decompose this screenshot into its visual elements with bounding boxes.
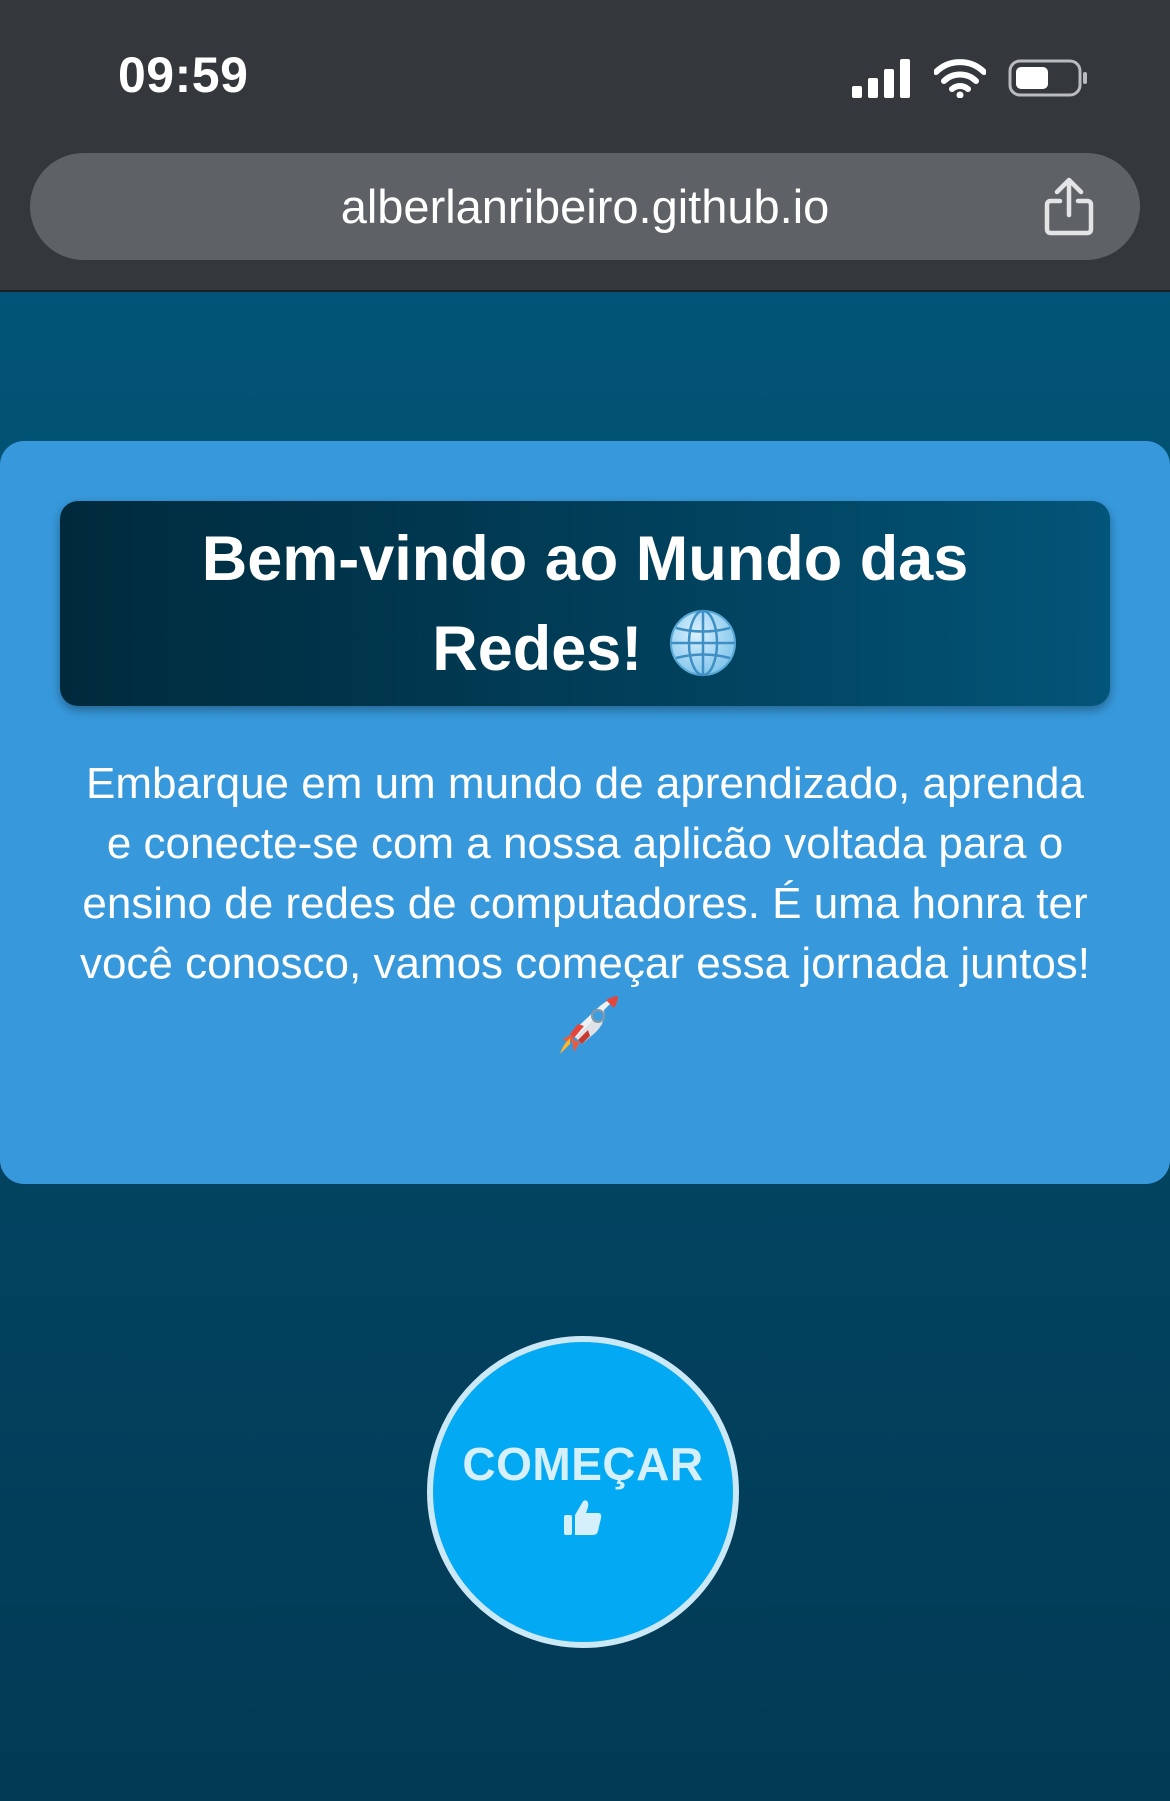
- page-title: Bem-vindo ao Mundo das Redes!: [135, 514, 1035, 694]
- globe-icon: [669, 609, 736, 676]
- wifi-icon: [934, 59, 986, 98]
- status-icons: [852, 56, 1090, 100]
- title-text: Bem-vindo ao Mundo das Redes!: [201, 523, 969, 684]
- welcome-card: Bem-vindo ao Mundo das Redes! Embarque e…: [0, 441, 1170, 1184]
- battery-icon: [1008, 59, 1087, 97]
- share-icon[interactable]: [1042, 177, 1096, 237]
- url-text: alberlanribeiro.github.io: [340, 180, 830, 233]
- status-time: 09:59: [118, 47, 249, 103]
- title-banner: Bem-vindo ao Mundo das Redes!: [60, 501, 1110, 706]
- description-text: Embarque em um mundo de aprendizado, apr…: [79, 759, 1091, 988]
- rocket-icon: [560, 996, 618, 1054]
- welcome-description: Embarque em um mundo de aprendizado, apr…: [70, 754, 1100, 1058]
- start-button[interactable]: COMEÇAR: [427, 1336, 739, 1648]
- browser-chrome: 09:59 alberlanribeiro.github.io: [0, 0, 1170, 292]
- thumbs-up-icon: [564, 1500, 602, 1535]
- start-button-label: COMEÇAR: [462, 1438, 704, 1490]
- signal-icon: [852, 59, 910, 98]
- address-bar[interactable]: alberlanribeiro.github.io: [30, 153, 1140, 260]
